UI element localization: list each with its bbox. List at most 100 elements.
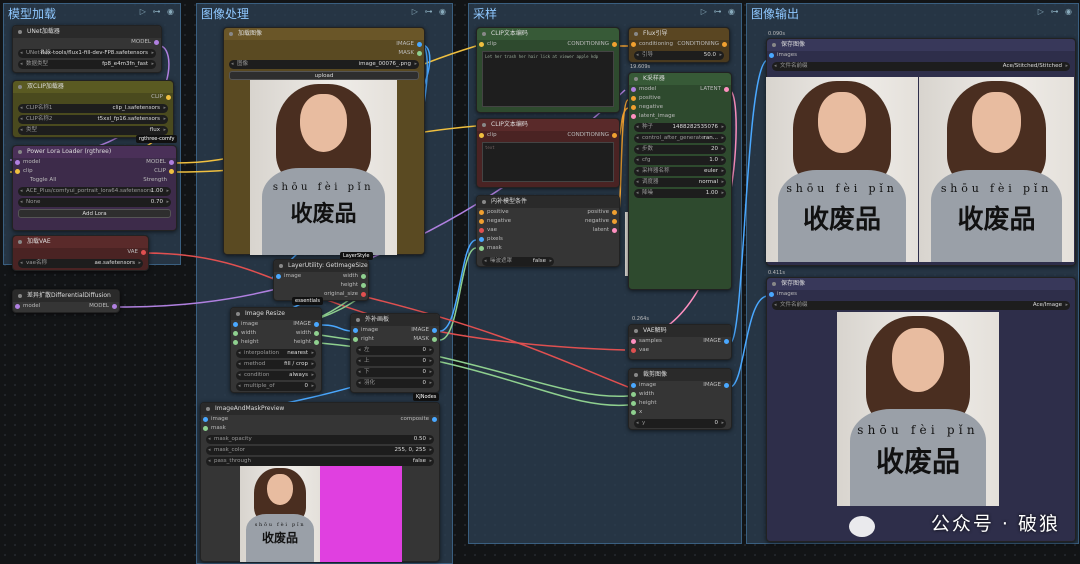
node-differential-diffusion[interactable]: 差异扩散DifferentialDiffusion model MODEL [12,289,120,313]
input-socket[interactable] [479,246,484,251]
negative-prompt-textarea[interactable]: text [482,142,614,182]
node-power-lora-loader[interactable]: Power Lora Loader (rgthree) model MODEL c… [12,145,177,231]
output-socket[interactable] [166,95,171,100]
output-socket[interactable] [112,304,117,309]
group-controls-icon[interactable]: ▷ ⊶ ◉ [412,7,448,16]
input-socket[interactable] [479,219,484,224]
node-clip-text-encode-positive[interactable]: CLIP文本编码 clip CONDITIONING Let her trash … [476,27,620,113]
output-socket[interactable] [314,322,319,327]
control-after-generate-combo[interactable]: control_after_generateran... [634,134,726,143]
mask-color-field[interactable]: mask_color255, 0, 255 [206,446,434,455]
output-socket[interactable] [361,274,366,279]
node-flux-guidance[interactable]: Flux引导 conditioning CONDITIONING 引导50.0 [628,27,730,63]
output-socket[interactable] [169,169,174,174]
node-vae-decode[interactable]: VAE解码 samples IMAGE vae [628,324,732,360]
node-get-image-size[interactable]: LayerUtility: GetImageSize image width he… [273,259,369,301]
group-controls-icon[interactable]: ▷ ⊶ ◉ [701,7,737,16]
add-lora-button[interactable]: Add Lora [18,209,171,218]
toggle-all-label[interactable]: Toggle All [30,176,56,185]
output-socket[interactable] [612,219,617,224]
node-pad-image[interactable]: 外补画板 image IMAGE right MASK 左0 上0 下0 羽化0 [350,313,440,393]
node-title[interactable]: UNet加载器 [13,26,161,38]
input-socket[interactable] [15,304,20,309]
node-title[interactable]: 加载图像 [224,28,424,40]
mask-opacity-slider[interactable]: mask_opacity0.50 [206,435,434,444]
node-dual-clip-loader[interactable]: 双CLIP加载器 CLIP CLIP名称1clip_l.safetensors … [12,80,174,138]
output-socket[interactable] [314,340,319,345]
output-socket[interactable] [141,250,146,255]
input-socket[interactable] [631,339,636,344]
input-socket[interactable] [203,417,208,422]
input-socket[interactable] [769,292,774,297]
positive-prompt-textarea[interactable]: Let her trash her hair lick at viewer ap… [482,51,614,107]
steps-field[interactable]: 步数20 [634,145,726,154]
input-socket[interactable] [203,426,208,431]
input-socket[interactable] [631,348,636,353]
output-socket[interactable] [432,417,437,422]
top-field[interactable]: 上0 [356,357,434,366]
output-socket[interactable] [612,210,617,215]
output-socket[interactable] [724,87,729,92]
input-socket[interactable] [276,274,281,279]
weight-dtype-combo[interactable]: 数据类型fp8_e4m3fn_fast [18,60,156,69]
group-controls-icon[interactable]: ▷ ⊶ ◉ [1038,7,1074,16]
node-title[interactable]: K采样器 [629,73,731,85]
lora-row-1[interactable]: ACE_Plus/comfyui_portrait_lora64.safeten… [18,187,171,196]
clip-type-combo[interactable]: 类型flux [18,126,168,135]
node-title[interactable]: VAE解码 [629,325,731,337]
output-socket[interactable] [169,160,174,165]
node-title[interactable]: Power Lora Loader (rgthree) [13,146,176,158]
input-socket[interactable] [479,210,484,215]
input-socket[interactable] [233,322,238,327]
node-ksampler[interactable]: K采样器 model LATENT positive negative laten… [628,72,732,290]
output-socket[interactable] [724,339,729,344]
node-unet-loader[interactable]: UNet加载器 MODEL UNet名称flux-tools/flux1-fil… [12,25,162,73]
node-inpaint-model-conditioning[interactable]: 内补模型条件 positive positive negative negative… [476,195,620,267]
node-title[interactable]: 保存图像 [767,39,1075,51]
input-socket[interactable] [479,237,484,242]
cfg-field[interactable]: cfg1.0 [634,156,726,165]
unet-name-combo[interactable]: UNet名称flux-tools/flux1-fill-dev-FP8.safe… [18,49,156,58]
output-socket[interactable] [154,40,159,45]
node-image-resize[interactable]: Image Resize image IMAGE width width heigh… [230,307,322,393]
input-socket[interactable] [631,96,636,101]
group-controls-icon[interactable]: ▷ ⊶ ◉ [140,7,176,16]
node-image-crop[interactable]: 裁剪图像 image IMAGE width height x y0 [628,368,732,430]
output-socket[interactable] [361,292,366,297]
node-title[interactable]: 双CLIP加载器 [13,81,173,93]
output-socket[interactable] [724,383,729,388]
node-title[interactable]: 内补模型条件 [477,196,619,208]
clip-name1-combo[interactable]: CLIP名称1clip_l.safetensors [18,104,168,113]
output-socket[interactable] [432,337,437,342]
pass-through-toggle[interactable]: pass_throughfalse [206,457,434,466]
noise-mask-toggle[interactable]: 噪波遮罩false [482,257,554,266]
node-title[interactable]: 加载VAE [13,236,148,248]
input-socket[interactable] [631,401,636,406]
node-title[interactable]: Image Resize [231,308,321,320]
method-combo[interactable]: methodfill / crop [236,360,316,369]
input-socket[interactable] [631,105,636,110]
output-socket[interactable] [417,51,422,56]
image-combo[interactable]: 图像image_00076_.png [229,60,419,69]
output-socket[interactable] [722,42,727,47]
upload-button[interactable]: upload [229,71,419,80]
sampler-name-combo[interactable]: 采样器名称euler [634,167,726,176]
output-socket[interactable] [417,42,422,47]
node-title[interactable]: Flux引导 [629,28,729,40]
condition-combo[interactable]: conditionalways [236,371,316,380]
node-title[interactable]: 保存图像 [767,278,1075,290]
node-load-vae[interactable]: 加载VAE VAE vae名称ae.safetensors [12,235,149,271]
output-socket[interactable] [612,228,617,233]
left-field[interactable]: 左0 [356,346,434,355]
clip-name2-combo[interactable]: CLIP名称2t5xxl_fp16.safetensors [18,115,168,124]
node-title[interactable]: ImageAndMaskPreview [201,403,439,415]
input-socket[interactable] [631,392,636,397]
input-socket[interactable] [233,340,238,345]
node-title[interactable]: CLIP文本编码 [477,28,619,40]
denoise-field[interactable]: 降噪1.00 [634,189,726,198]
output-socket[interactable] [612,133,617,138]
node-title[interactable]: CLIP文本编码 [477,119,619,131]
input-socket[interactable] [631,383,636,388]
input-socket[interactable] [631,87,636,92]
input-socket[interactable] [479,228,484,233]
